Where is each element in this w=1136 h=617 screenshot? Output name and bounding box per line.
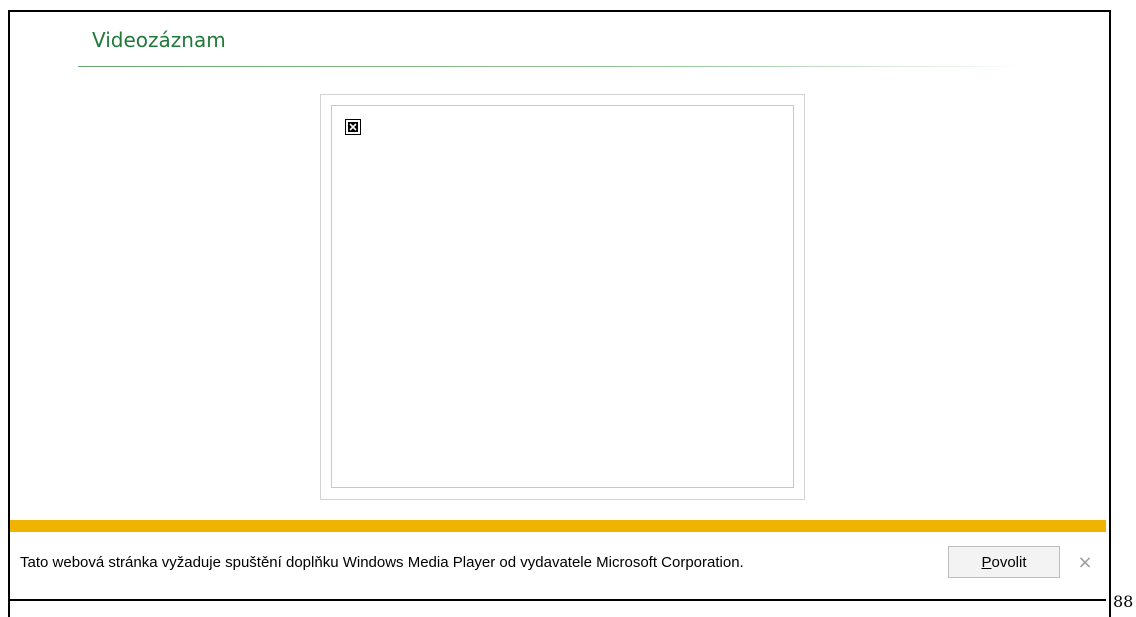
close-icon[interactable]: × bbox=[1074, 551, 1096, 573]
title-divider bbox=[78, 66, 1028, 67]
allow-button-label: ovolit bbox=[991, 553, 1027, 571]
media-player-embed[interactable] bbox=[331, 105, 794, 488]
infobar-warning-stripe bbox=[10, 520, 1106, 534]
section-title: Videozáznam bbox=[92, 28, 226, 52]
frame-bottom-border bbox=[10, 599, 1106, 601]
allow-button-accelerator: P bbox=[981, 553, 992, 571]
allow-button[interactable]: Povolit bbox=[948, 546, 1060, 578]
plugin-infobar: Tato webová stránka vyžaduje spuštění do… bbox=[10, 520, 1106, 600]
broken-plugin-icon bbox=[345, 119, 361, 135]
infobar-message: Tato webová stránka vyžaduje spuštění do… bbox=[20, 554, 744, 571]
page-number: 88 bbox=[1113, 592, 1134, 611]
media-player-frame bbox=[320, 94, 805, 500]
